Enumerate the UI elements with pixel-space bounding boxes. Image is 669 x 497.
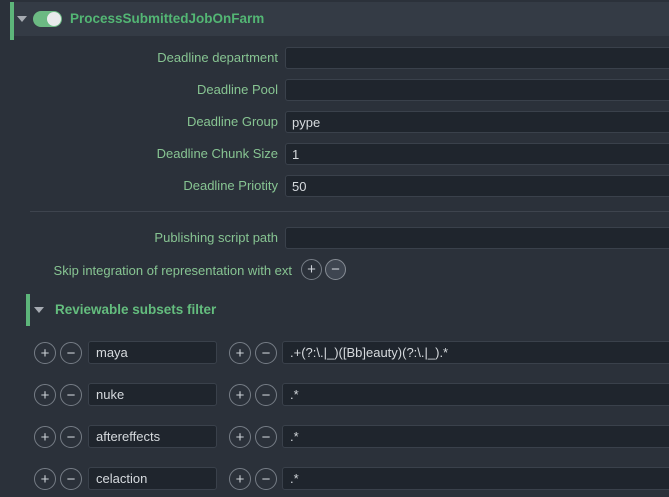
remove-item-button[interactable]: − <box>325 259 346 280</box>
filter-key-input[interactable] <box>88 425 217 448</box>
remove-item-button[interactable]: − <box>60 384 82 406</box>
plus-icon: + <box>236 429 245 446</box>
field-label: Deadline Pool <box>0 79 278 101</box>
remove-item-button[interactable]: − <box>60 468 82 490</box>
minus-icon: − <box>262 429 271 446</box>
subsection-accent-strip <box>26 294 30 326</box>
field-row-deadline-pool: Deadline Pool <box>0 79 669 101</box>
section-accent-strip <box>10 2 14 40</box>
remove-item-button[interactable]: − <box>60 342 82 364</box>
remove-item-button[interactable]: − <box>255 342 277 364</box>
remove-item-button[interactable]: − <box>255 426 277 448</box>
remove-item-button[interactable]: − <box>255 468 277 490</box>
deadline-pool-input[interactable] <box>285 79 669 101</box>
subsection-title: Reviewable subsets filter <box>55 294 216 326</box>
add-item-button[interactable]: + <box>34 342 56 364</box>
plugin-header: ProcessSubmittedJobOnFarm <box>10 2 669 36</box>
field-row-deadline-chunk-size: Deadline Chunk Size <box>0 143 669 165</box>
chevron-down-icon[interactable] <box>34 307 44 313</box>
plus-icon: + <box>41 471 50 488</box>
filter-row-celaction: + − + − <box>0 467 669 491</box>
minus-icon: − <box>67 345 76 362</box>
minus-icon: − <box>67 471 76 488</box>
filter-key-input[interactable] <box>88 467 217 490</box>
field-row-deadline-department: Deadline department <box>0 47 669 69</box>
filter-value-input[interactable] <box>282 383 669 406</box>
filter-row-maya: + − + − <box>0 341 669 365</box>
plus-icon: + <box>41 345 50 362</box>
field-row-deadline-priority: Deadline Priotity <box>0 175 669 197</box>
skip-integration-row: Skip integration of representation with … <box>0 260 669 281</box>
plus-icon: + <box>307 261 316 278</box>
minus-icon: − <box>67 387 76 404</box>
skip-integration-label: Skip integration of representation with … <box>0 260 292 281</box>
filter-value-input[interactable] <box>282 341 669 364</box>
field-label: Publishing script path <box>0 227 278 249</box>
add-item-button[interactable]: + <box>229 426 251 448</box>
add-item-button[interactable]: + <box>229 468 251 490</box>
deadline-chunk-size-input[interactable] <box>285 143 669 165</box>
settings-panel: ProcessSubmittedJobOnFarm Deadline depar… <box>0 0 669 497</box>
field-label: Deadline Group <box>0 111 278 133</box>
divider <box>30 211 669 212</box>
filter-row-nuke: + − + − <box>0 383 669 407</box>
plugin-title: ProcessSubmittedJobOnFarm <box>70 2 264 36</box>
field-row-deadline-group: Deadline Group <box>0 111 669 133</box>
add-item-button[interactable]: + <box>34 426 56 448</box>
filter-value-input[interactable] <box>282 467 669 490</box>
filter-key-input[interactable] <box>88 383 217 406</box>
add-item-button[interactable]: + <box>34 468 56 490</box>
minus-icon: − <box>331 261 340 278</box>
plus-icon: + <box>41 387 50 404</box>
field-row-publishing-script-path: Publishing script path <box>0 227 669 249</box>
plus-icon: + <box>236 387 245 404</box>
minus-icon: − <box>262 345 271 362</box>
remove-item-button[interactable]: − <box>255 384 277 406</box>
enabled-toggle[interactable] <box>33 11 62 27</box>
publishing-script-path-input[interactable] <box>285 227 669 249</box>
add-item-button[interactable]: + <box>229 384 251 406</box>
deadline-department-input[interactable] <box>285 47 669 69</box>
add-item-button[interactable]: + <box>301 259 322 280</box>
minus-icon: − <box>262 471 271 488</box>
plus-icon: + <box>41 429 50 446</box>
field-label: Deadline Priotity <box>0 175 278 197</box>
field-label: Deadline department <box>0 47 278 69</box>
remove-item-button[interactable]: − <box>60 426 82 448</box>
chevron-down-icon[interactable] <box>17 16 27 22</box>
minus-icon: − <box>67 429 76 446</box>
plus-icon: + <box>236 471 245 488</box>
toggle-knob <box>47 12 61 26</box>
filter-value-input[interactable] <box>282 425 669 448</box>
deadline-priority-input[interactable] <box>285 175 669 197</box>
deadline-group-input[interactable] <box>285 111 669 133</box>
plus-icon: + <box>236 345 245 362</box>
field-label: Deadline Chunk Size <box>0 143 278 165</box>
add-item-button[interactable]: + <box>229 342 251 364</box>
minus-icon: − <box>262 387 271 404</box>
filter-key-input[interactable] <box>88 341 217 364</box>
add-item-button[interactable]: + <box>34 384 56 406</box>
filter-row-aftereffects: + − + − <box>0 425 669 449</box>
